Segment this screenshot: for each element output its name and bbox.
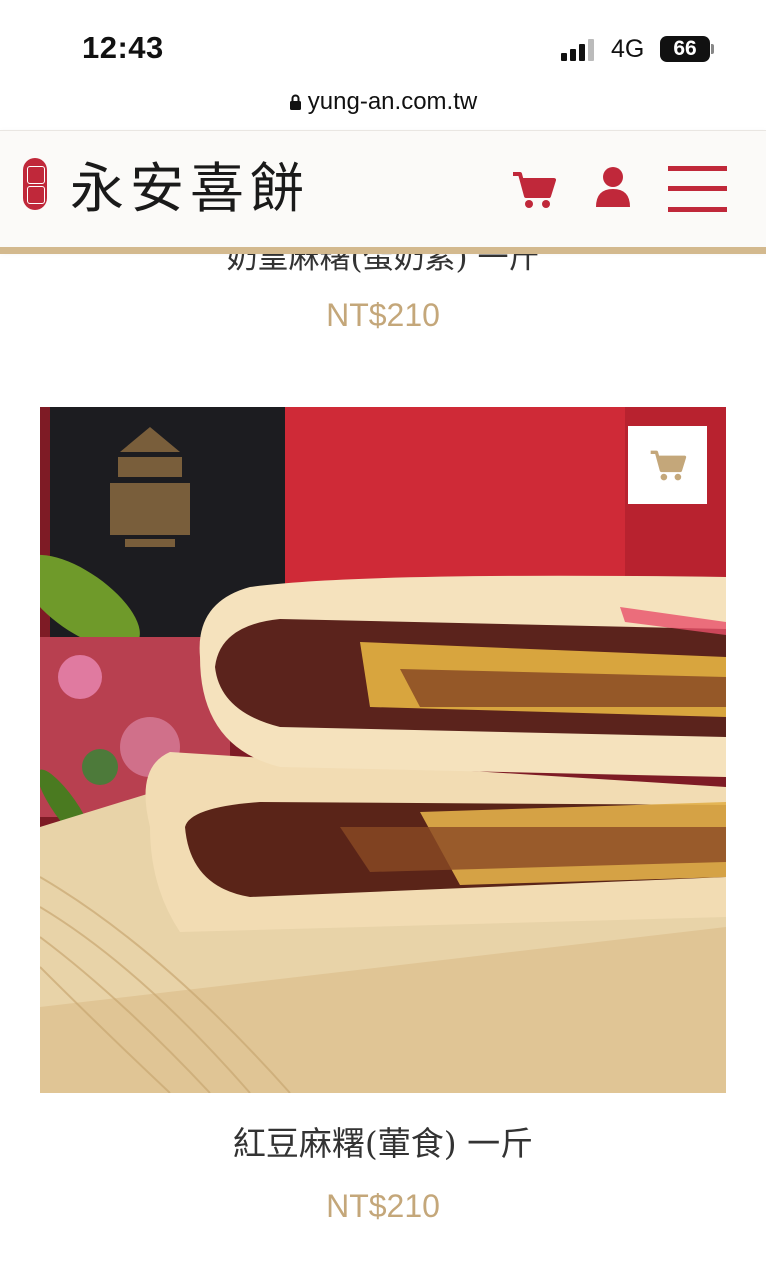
add-to-cart-button[interactable] xyxy=(628,426,707,504)
product-price: NT$210 xyxy=(326,297,440,333)
cart-icon[interactable] xyxy=(511,170,557,215)
address-bar[interactable]: yung-an.com.tw xyxy=(0,88,766,128)
url-text: yung-an.com.tw xyxy=(307,88,478,115)
lock-icon xyxy=(289,90,302,118)
product-price: NT$210 xyxy=(326,1188,440,1224)
product-title[interactable]: 紅豆麻糬(葷食) 一斤 xyxy=(0,1117,766,1165)
logo-seal-icon[interactable] xyxy=(23,158,47,210)
signal-icon xyxy=(561,39,599,61)
status-bar: 12:43 4G 66 xyxy=(0,0,766,90)
status-time: 12:43 xyxy=(82,30,164,65)
battery-tip xyxy=(711,44,714,54)
add-to-cart-icon xyxy=(650,450,687,481)
network-type: 4G xyxy=(611,35,645,63)
menu-icon[interactable] xyxy=(668,166,727,217)
header-divider xyxy=(0,247,766,254)
site-logo[interactable]: 永安喜餅 xyxy=(70,156,310,222)
battery-icon: 66 xyxy=(660,36,710,62)
product-image[interactable] xyxy=(40,407,726,1093)
user-icon[interactable] xyxy=(595,166,631,213)
